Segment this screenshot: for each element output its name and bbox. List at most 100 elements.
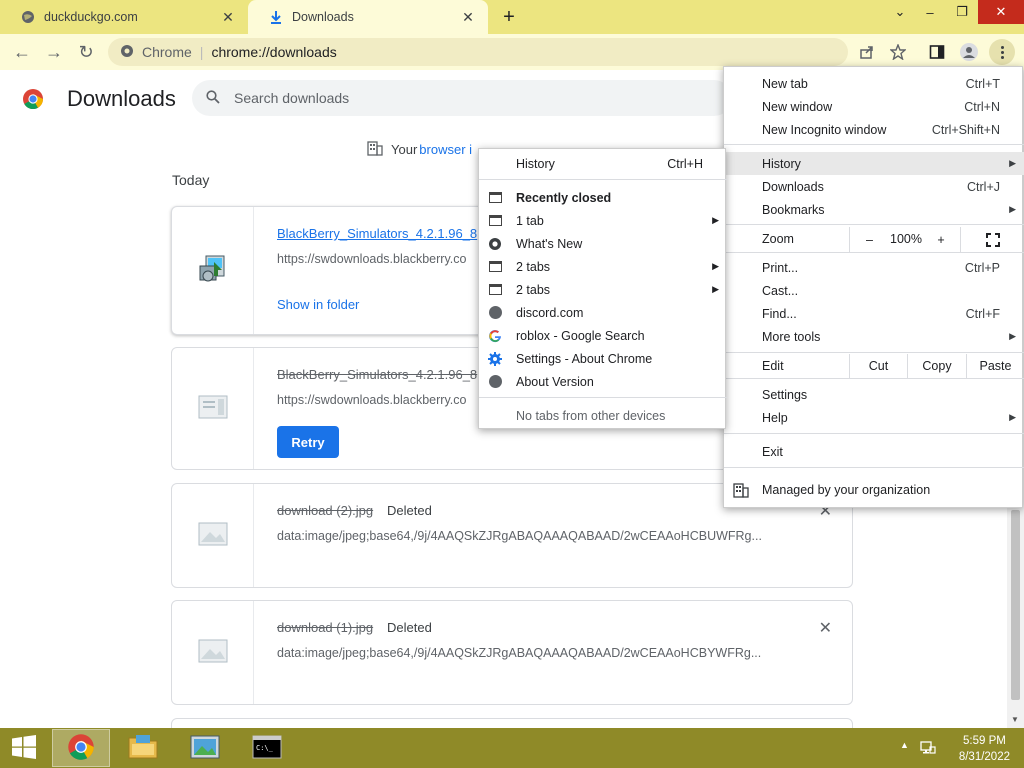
managed-notice: Your browser i <box>367 140 474 159</box>
menu-item-bookmarks[interactable]: Bookmarks ▶ <box>724 198 1024 221</box>
submenu-arrow-icon: ▶ <box>712 261 719 271</box>
menu-item-settings[interactable]: Settings <box>724 383 1024 406</box>
zoom-in-button[interactable]: + <box>922 227 960 253</box>
cut-button[interactable]: Cut <box>849 354 907 378</box>
submenu-item-history[interactable]: History Ctrl+H <box>479 152 727 175</box>
close-icon[interactable]: ✕ <box>216 5 240 29</box>
profile-avatar-icon[interactable] <box>953 34 985 70</box>
submenu-item-settings-about[interactable]: Settings - About Chrome <box>479 347 727 370</box>
tab-duckduckgo[interactable]: duckduckgo.com ✕ <box>0 0 248 34</box>
menu-item-cast[interactable]: Cast... <box>724 279 1024 302</box>
submenu-item-2-tabs[interactable]: 2 tabs ▶ <box>479 278 727 301</box>
submenu-item-1-tab[interactable]: 1 tab ▶ <box>479 209 727 232</box>
submenu-item-about-version[interactable]: About Version <box>479 370 727 393</box>
network-icon[interactable] <box>920 739 936 758</box>
menu-label: Print... <box>762 260 799 275</box>
menu-item-new-window[interactable]: New window Ctrl+N <box>724 95 1024 118</box>
menu-label: Settings <box>762 387 808 402</box>
source-url[interactable]: data:image/jpeg;base64,/9j/4AAQSkZJRgABA… <box>277 646 761 660</box>
share-icon[interactable] <box>851 34 883 70</box>
file-name: download (1).jpg <box>277 620 374 635</box>
menu-label: History <box>762 156 801 171</box>
clock-date: 8/31/2022 <box>958 751 1010 763</box>
side-panel-icon[interactable] <box>921 34 953 70</box>
menu-label: Exit <box>762 444 783 459</box>
submenu-arrow-icon: ▶ <box>712 284 719 294</box>
divider <box>724 224 1024 225</box>
url-text: chrome://downloads <box>211 44 337 60</box>
show-hidden-icons-chevron-icon[interactable]: ▲ <box>900 740 909 750</box>
system-clock[interactable]: 5:59 PM 8/31/2022 <box>959 733 1010 765</box>
new-tab-button[interactable]: + <box>496 4 522 30</box>
source-url[interactable]: data:image/jpeg;base64,/9j/4AAQSkZJRgABA… <box>277 529 762 543</box>
menu-item-new-incognito[interactable]: New Incognito window Ctrl+Shift+N <box>724 118 1024 141</box>
close-icon[interactable]: ✕ <box>456 5 480 29</box>
address-bar[interactable]: Chrome | chrome://downloads <box>108 38 848 66</box>
menu-label: Cast... <box>762 283 799 298</box>
tab-downloads[interactable]: Downloads ✕ <box>248 0 488 34</box>
menu-item-history[interactable]: History ▶ <box>724 152 1024 175</box>
menu-label: New Incognito window <box>762 122 887 137</box>
window-close-button[interactable]: ✕ <box>978 0 1024 24</box>
bookmark-star-icon[interactable] <box>882 34 914 70</box>
managed-link[interactable]: browser i <box>419 142 472 157</box>
paste-button[interactable]: Paste <box>966 354 1024 378</box>
retry-button[interactable]: Retry <box>277 426 339 458</box>
search-downloads-input[interactable]: Search downloads <box>192 80 732 116</box>
menu-label: No tabs from other devices <box>516 408 666 423</box>
forward-arrow-icon[interactable]: → <box>38 36 70 68</box>
menu-label: Settings - About Chrome <box>516 351 653 366</box>
tab-icon <box>487 259 503 275</box>
show-in-folder-link[interactable]: Show in folder <box>277 297 359 312</box>
svg-text:C:\_: C:\_ <box>256 744 274 752</box>
fullscreen-icon[interactable] <box>960 227 1024 253</box>
menu-label: Find... <box>762 306 797 321</box>
reload-icon[interactable]: ↻ <box>70 36 102 68</box>
file-icon-column <box>172 601 254 704</box>
submenu-item-2-tabs[interactable]: 2 tabs ▶ <box>479 255 727 278</box>
installer-icon <box>196 252 230 289</box>
recently-closed-heading: Recently closed <box>479 186 727 209</box>
zoom-out-button[interactable]: – <box>849 227 889 253</box>
divider <box>724 378 1024 379</box>
scroll-down-arrow-icon[interactable]: ▼ <box>1011 715 1019 724</box>
menu-label: Managed by your organization <box>762 482 931 497</box>
source-url[interactable]: https://swdownloads.blackberry.co <box>277 393 466 407</box>
file-name-link[interactable]: BlackBerry_Simulators_4.2.1.96_8 <box>277 226 477 241</box>
tab-strip: duckduckgo.com ✕ Downloads ✕ + ⌄ ‒ ❐ ✕ <box>0 0 1024 34</box>
menu-item-managed[interactable]: Managed by your organization <box>724 478 1024 501</box>
menu-item-print[interactable]: Print... Ctrl+P <box>724 256 1024 279</box>
divider <box>479 397 727 398</box>
menu-item-exit[interactable]: Exit <box>724 440 1024 463</box>
taskbar-chrome[interactable] <box>52 729 110 767</box>
taskbar-file-explorer[interactable] <box>114 729 172 767</box>
tab-search-chevron-icon[interactable]: ⌄ <box>884 0 916 24</box>
taskbar-photo-viewer[interactable] <box>176 729 234 767</box>
menu-item-help[interactable]: Help ▶ <box>724 406 1024 429</box>
menu-item-more-tools[interactable]: More tools ▶ <box>724 325 1024 348</box>
source-url[interactable]: https://swdownloads.blackberry.co <box>277 252 466 266</box>
start-button[interactable] <box>0 728 48 768</box>
system-tray: ▲ 5:59 PM 8/31/2022 <box>900 728 1024 768</box>
search-placeholder: Search downloads <box>234 90 350 106</box>
remove-close-icon[interactable]: ✕ <box>819 618 832 638</box>
menu-item-new-tab[interactable]: New tab Ctrl+T <box>724 72 1024 95</box>
back-arrow-icon[interactable]: ← <box>6 36 38 68</box>
menu-item-downloads[interactable]: Downloads Ctrl+J <box>724 175 1024 198</box>
scroll-thumb[interactable] <box>1011 510 1020 700</box>
minimize-button[interactable]: ‒ <box>914 0 946 24</box>
submenu-item-whats-new[interactable]: What's New <box>479 232 727 255</box>
submenu-item-discord[interactable]: discord.com <box>479 301 727 324</box>
building-icon <box>367 140 383 159</box>
submenu-item-roblox-search[interactable]: roblox - Google Search <box>479 324 727 347</box>
restore-button[interactable]: ❐ <box>946 0 978 24</box>
copy-button[interactable]: Copy <box>907 354 966 378</box>
menu-label: About Version <box>516 374 594 389</box>
kebab-menu-icon[interactable] <box>986 34 1018 70</box>
status-label: Deleted <box>387 620 432 635</box>
globe-icon <box>487 305 503 321</box>
separator: | <box>199 44 204 60</box>
taskbar-command-prompt[interactable]: C:\_ <box>238 729 296 767</box>
menu-item-find[interactable]: Find... Ctrl+F <box>724 302 1024 325</box>
menu-label: Recently closed <box>516 190 612 205</box>
